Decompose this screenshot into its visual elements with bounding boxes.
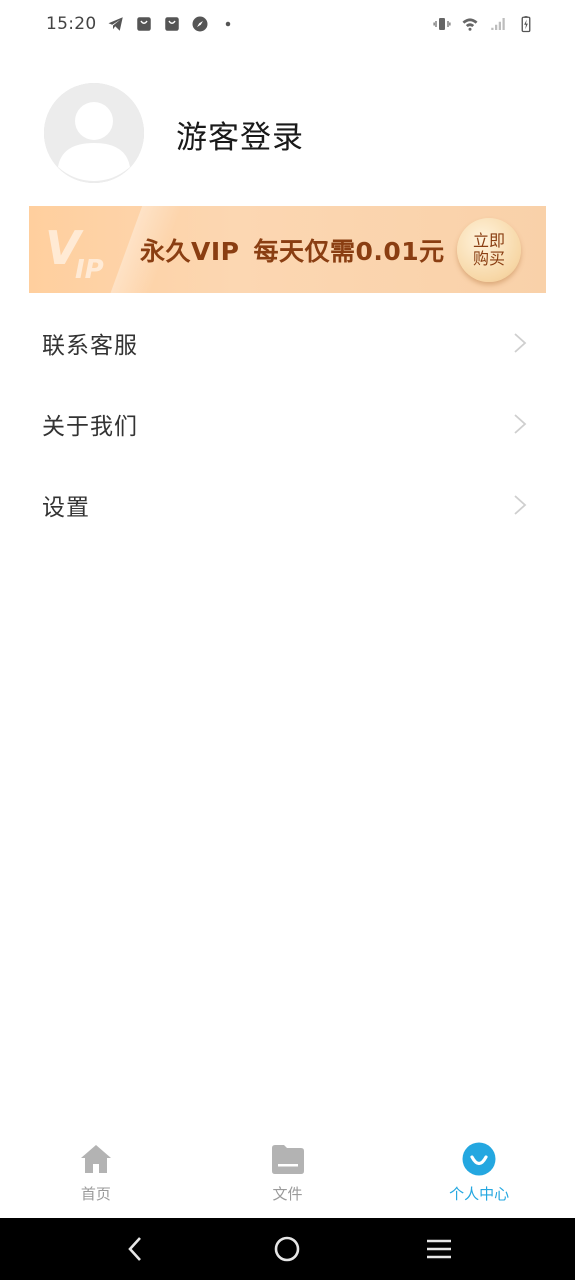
menu-icon xyxy=(427,1239,452,1259)
menu-item-label: 关于我们 xyxy=(42,414,138,440)
bag-icon xyxy=(135,15,153,33)
vip-promo-title: 永久VIP xyxy=(140,237,240,266)
svg-text:IP: IP xyxy=(75,255,104,280)
dot-icon xyxy=(219,15,237,33)
menu-item-label: 设置 xyxy=(42,495,90,521)
guest-login-link[interactable]: 游客登录 xyxy=(176,112,304,157)
home-icon xyxy=(79,1142,113,1176)
buy-now-line1: 立即 xyxy=(472,231,505,250)
tab-label: 首页 xyxy=(80,1185,111,1203)
bottom-tab-bar: 首页 文件 个人中心 xyxy=(0,1132,575,1218)
telegram-icon xyxy=(107,15,125,33)
vip-promo-price: 每天仅需0.01元 xyxy=(253,237,445,266)
wifi-icon xyxy=(461,15,479,33)
status-left: 15:20 xyxy=(46,14,237,34)
vip-logo-icon: V IP xyxy=(45,221,104,280)
profile-smile-icon xyxy=(462,1142,496,1176)
menu-item-settings[interactable]: 设置 xyxy=(0,465,575,545)
status-time: 15:20 xyxy=(46,14,97,34)
battery-charging-icon xyxy=(517,15,535,33)
tab-home[interactable]: 首页 xyxy=(0,1132,192,1218)
tab-profile[interactable]: 个人中心 xyxy=(383,1132,575,1218)
buy-now-button[interactable]: 立即 购买 xyxy=(457,218,521,282)
folder-icon xyxy=(271,1142,305,1176)
bag-icon xyxy=(163,15,181,33)
avatar[interactable] xyxy=(44,83,144,183)
recents-button[interactable] xyxy=(419,1229,459,1269)
buy-now-line2: 购买 xyxy=(472,249,505,268)
system-nav-bar xyxy=(0,1218,575,1280)
vibrate-icon xyxy=(433,15,451,33)
vip-promo-text: 永久VIP 每天仅需0.01元 xyxy=(140,232,445,268)
chevron-right-icon xyxy=(513,413,527,435)
back-button[interactable] xyxy=(116,1229,156,1269)
chevron-right-icon xyxy=(513,332,527,354)
back-icon xyxy=(128,1237,141,1261)
status-right xyxy=(433,15,535,33)
default-avatar-icon xyxy=(44,83,144,183)
home-circle-icon xyxy=(275,1236,300,1262)
chevron-right-icon xyxy=(513,494,527,516)
compass-icon xyxy=(191,15,209,33)
status-bar: 15:20 xyxy=(0,0,575,48)
menu-item-about-us[interactable]: 关于我们 xyxy=(0,384,575,464)
signal-icon xyxy=(489,15,507,33)
vip-banner[interactable]: V IP 永久VIP 每天仅需0.01元 立即 购买 xyxy=(29,206,546,293)
menu-item-label: 联系客服 xyxy=(42,333,138,359)
tab-files[interactable]: 文件 xyxy=(192,1132,384,1218)
menu-item-contact-support[interactable]: 联系客服 xyxy=(0,303,575,383)
home-button[interactable] xyxy=(267,1229,307,1269)
tab-label: 文件 xyxy=(272,1185,303,1203)
tab-label: 个人中心 xyxy=(449,1185,510,1203)
